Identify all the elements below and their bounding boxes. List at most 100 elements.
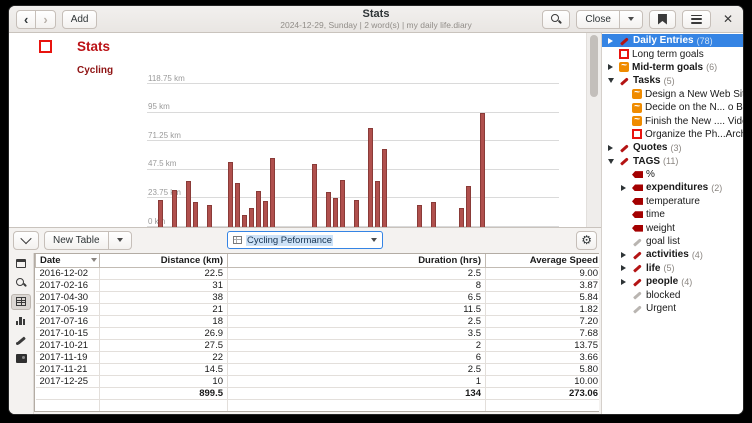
tree-item[interactable]: Long term goals <box>602 47 743 60</box>
tree-item[interactable]: TAGS(11) <box>602 155 743 168</box>
table-cell[interactable]: 10.00 <box>486 375 600 387</box>
table-cell[interactable]: 1 <box>228 375 486 387</box>
table-cell[interactable]: 38 <box>100 291 228 303</box>
forward-button[interactable]: › <box>35 10 55 29</box>
search-button[interactable] <box>542 10 570 29</box>
table-cell[interactable]: 5.80 <box>486 363 600 375</box>
table-cell[interactable]: 8 <box>228 279 486 291</box>
tree-item[interactable]: Tasks(5) <box>602 74 743 87</box>
tree-item[interactable]: time <box>602 208 743 221</box>
table-settings-button[interactable]: ⚙ <box>576 231 597 250</box>
new-table-dropdown-button[interactable] <box>108 231 132 250</box>
panel-collapse-button[interactable] <box>13 231 39 250</box>
close-dropdown-button[interactable] <box>619 10 643 29</box>
calendar-mode-button[interactable] <box>11 256 31 272</box>
table-cell[interactable]: 2.5 <box>228 267 486 279</box>
tree-item[interactable]: Quotes(3) <box>602 141 743 154</box>
tree-item[interactable]: ~Design a New Web Site25,0% <box>602 88 743 101</box>
table-cell[interactable]: 1.82 <box>486 303 600 315</box>
editor-scrollbar[interactable] <box>586 33 601 227</box>
expander-collapsed-icon[interactable] <box>621 265 626 271</box>
table-mode-button[interactable] <box>11 294 31 310</box>
table-cell[interactable]: 2017-10-21 <box>36 339 100 351</box>
tree-item[interactable]: activities(4) <box>602 248 743 261</box>
table-selector[interactable]: Cycling Peformance <box>227 231 383 249</box>
table-cell[interactable]: 22.5 <box>100 267 228 279</box>
tree-item[interactable]: expenditures(2) <box>602 181 743 194</box>
task-checkbox[interactable] <box>39 40 52 53</box>
table-cell[interactable]: 13.75 <box>486 339 600 351</box>
table-cell[interactable]: 11.5 <box>228 303 486 315</box>
table-cell[interactable]: 2017-11-21 <box>36 363 100 375</box>
tree-item[interactable]: Organize the Ph...Archive0,0% <box>602 128 743 141</box>
tree-item[interactable]: ~Finish the New .... Video80,0% <box>602 114 743 127</box>
table-cell[interactable]: 3.5 <box>228 327 486 339</box>
chevron-down-icon <box>20 233 31 244</box>
table-cell[interactable]: 2017-11-19 <box>36 351 100 363</box>
add-button[interactable]: Add <box>62 10 98 29</box>
table-cell[interactable]: 2017-05-19 <box>36 303 100 315</box>
table-cell[interactable]: 2.5 <box>228 363 486 375</box>
table-cell[interactable]: 7.68 <box>486 327 600 339</box>
table-cell[interactable]: 9.00 <box>486 267 600 279</box>
table-cell[interactable]: 2.5 <box>228 315 486 327</box>
tree-item[interactable]: blocked <box>602 288 743 301</box>
tree-item[interactable]: ~Mid-term goals(6) <box>602 61 743 74</box>
tree-item[interactable]: temperature <box>602 195 743 208</box>
table-cell[interactable]: 6 <box>228 351 486 363</box>
table-cell[interactable]: 7.20 <box>486 315 600 327</box>
wave-orange-icon: ~ <box>632 89 642 99</box>
table-cell[interactable]: 31 <box>100 279 228 291</box>
menu-button[interactable] <box>682 10 711 29</box>
tree-item[interactable]: people(4) <box>602 275 743 288</box>
table-cell[interactable]: 21 <box>100 303 228 315</box>
expander-collapsed-icon[interactable] <box>608 145 613 151</box>
expander-collapsed-icon[interactable] <box>608 64 613 70</box>
table-cell[interactable]: 2017-10-15 <box>36 327 100 339</box>
expander-collapsed-icon[interactable] <box>621 279 626 285</box>
tree-item[interactable]: Urgent <box>602 302 743 315</box>
bookmark-button[interactable] <box>649 10 676 29</box>
column-header[interactable]: Date <box>36 254 100 268</box>
expander-expanded-icon[interactable] <box>608 78 614 83</box>
window-close-button[interactable]: ✕ <box>717 12 736 26</box>
column-header[interactable]: Average Speed <box>486 254 600 268</box>
column-header[interactable]: Duration (hrs) <box>228 254 486 268</box>
table-cell[interactable]: 2017-02-16 <box>36 279 100 291</box>
chart-mode-button[interactable] <box>11 313 31 329</box>
expander-collapsed-icon[interactable] <box>608 38 613 44</box>
expander-collapsed-icon[interactable] <box>621 185 626 191</box>
back-button[interactable]: ‹ <box>16 10 35 29</box>
table-cell[interactable]: 26.9 <box>100 327 228 339</box>
editor-preview[interactable]: Stats Cycling 0 km23.75 km47.5 km71.25 k… <box>9 33 586 227</box>
table-cell[interactable]: 27.5 <box>100 339 228 351</box>
table-cell[interactable]: 2 <box>228 339 486 351</box>
tree-item[interactable]: life(5) <box>602 262 743 275</box>
close-entry-button[interactable]: Close <box>576 10 619 29</box>
table-cell[interactable]: 3.66 <box>486 351 600 363</box>
expander-expanded-icon[interactable] <box>608 159 614 164</box>
table-cell[interactable]: 2017-12-25 <box>36 375 100 387</box>
expander-collapsed-icon[interactable] <box>621 252 626 258</box>
table-cell[interactable]: 2017-07-16 <box>36 315 100 327</box>
image-mode-button[interactable] <box>11 351 31 367</box>
search-mode-button[interactable] <box>11 275 31 291</box>
table-cell[interactable]: 14.5 <box>100 363 228 375</box>
tree-item[interactable]: % <box>602 168 743 181</box>
table-cell[interactable]: 6.5 <box>228 291 486 303</box>
tree-item[interactable]: ~Decide on the N... o Buy50,0% <box>602 101 743 114</box>
tree-item[interactable]: weight <box>602 221 743 234</box>
tree-item[interactable]: Daily Entries(78) <box>602 34 743 47</box>
draw-mode-button[interactable] <box>11 332 31 348</box>
table-cell[interactable]: 10 <box>100 375 228 387</box>
table-cell[interactable]: 18 <box>100 315 228 327</box>
tree-item[interactable]: goal list <box>602 235 743 248</box>
scrollbar-thumb[interactable] <box>590 35 598 97</box>
column-header[interactable]: Distance (km) <box>100 254 228 268</box>
table-cell[interactable]: 22 <box>100 351 228 363</box>
table-cell[interactable]: 5.84 <box>486 291 600 303</box>
table-cell[interactable]: 2017-04-30 <box>36 291 100 303</box>
table-cell[interactable]: 2016-12-02 <box>36 267 100 279</box>
table-cell[interactable]: 3.87 <box>486 279 600 291</box>
new-table-button[interactable]: New Table <box>44 231 108 250</box>
